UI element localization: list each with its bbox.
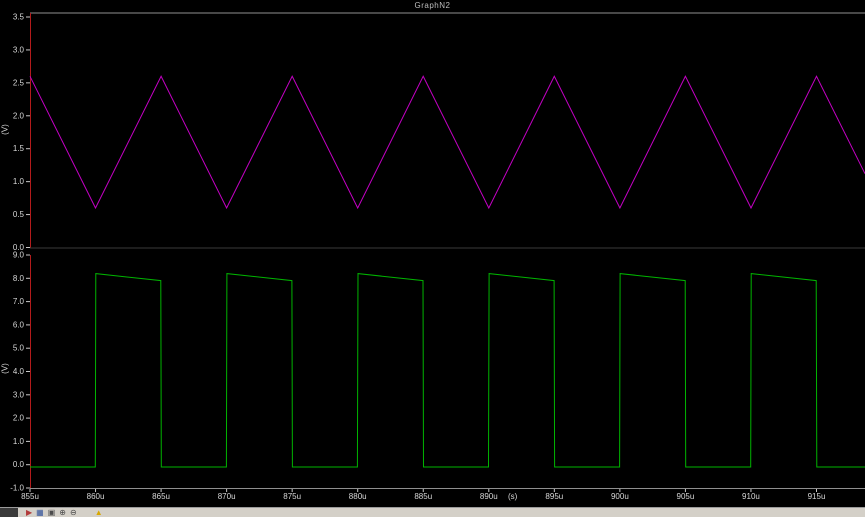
x-tick-label: 905u bbox=[677, 492, 695, 501]
y-tick-label: 4.0 bbox=[13, 367, 25, 376]
top-plot-ylabel: (V) bbox=[0, 124, 10, 135]
y-tick-label: 2.0 bbox=[13, 111, 25, 120]
triangle-wave-plot-trace bbox=[29, 75, 865, 210]
zoom-in-icon[interactable]: ⊕ bbox=[59, 508, 66, 517]
y-tick-label: 1.0 bbox=[13, 177, 25, 186]
save-icon[interactable]: ▣ bbox=[48, 508, 56, 517]
y-tick-label: 2.5 bbox=[13, 78, 25, 87]
x-tick-label: 890u bbox=[480, 492, 498, 501]
square-wave-plot: 9.08.07.06.05.04.03.02.01.00.0-1.0855u 86… bbox=[10, 251, 865, 501]
y-tick-label: 5.0 bbox=[13, 344, 25, 353]
y-tick-label: 0.0 bbox=[13, 460, 25, 469]
x-tick-label: 870u bbox=[218, 492, 236, 501]
warning-icon[interactable]: ▲ bbox=[95, 508, 103, 517]
x-tick-label: 915u bbox=[808, 492, 826, 501]
zoom-out-icon[interactable]: ⊖ bbox=[70, 508, 77, 517]
y-tick-label: 0.5 bbox=[13, 210, 25, 219]
taskbar-left-button[interactable] bbox=[0, 508, 18, 517]
y-tick-label: 6.0 bbox=[13, 320, 25, 329]
y-tick-label: 7.0 bbox=[13, 297, 25, 306]
y-tick-label: 2.0 bbox=[13, 414, 25, 423]
x-tick-label: 895u bbox=[545, 492, 563, 501]
x-tick-label: 865u bbox=[152, 492, 170, 501]
graph-window: GraphN2 3.5 3.0 2.5 2.0 1.5 1.0 0.5 0.0 9.0 8.0 7.… bbox=[0, 0, 865, 517]
x-tick-label: 880u bbox=[349, 492, 367, 501]
x-tick-label: 860u bbox=[87, 492, 105, 501]
x-tick-label: 910u bbox=[742, 492, 760, 501]
run-simulation-icon[interactable]: ▶ bbox=[26, 508, 32, 517]
bottom-plot-ylabel: (V) bbox=[0, 363, 10, 374]
triangle-wave-plot: 3.53.02.52.01.51.00.50.0 bbox=[13, 12, 865, 252]
x-tick-label: 875u bbox=[283, 492, 301, 501]
waveform-chart[interactable]: 3.5 3.0 2.5 2.0 1.5 1.0 0.5 0.0 9.0 8.0 7.0 6.0 5.0 4… bbox=[0, 0, 865, 507]
y-tick-label: 1.0 bbox=[13, 437, 25, 446]
y-tick-label: 1.5 bbox=[13, 144, 25, 153]
graph-mode-icon[interactable]: ▦ bbox=[36, 508, 44, 517]
y-tick-label: 3.0 bbox=[13, 390, 25, 399]
y-tick-label: 8.0 bbox=[13, 274, 25, 283]
y-tick-label: 9.0 bbox=[13, 251, 25, 260]
y-tick-label: 3.5 bbox=[13, 13, 25, 22]
x-tick-label: 855u bbox=[21, 492, 39, 501]
x-tick-label: 885u bbox=[414, 492, 432, 501]
x-axis-label: (s) bbox=[508, 492, 518, 501]
taskbar: ▶ ▦ ▣ ⊕ ⊖ ▲ bbox=[0, 507, 865, 517]
x-tick-label: 900u bbox=[611, 492, 629, 501]
square-wave-plot-trace bbox=[30, 273, 865, 468]
y-tick-label: 3.0 bbox=[13, 45, 25, 54]
